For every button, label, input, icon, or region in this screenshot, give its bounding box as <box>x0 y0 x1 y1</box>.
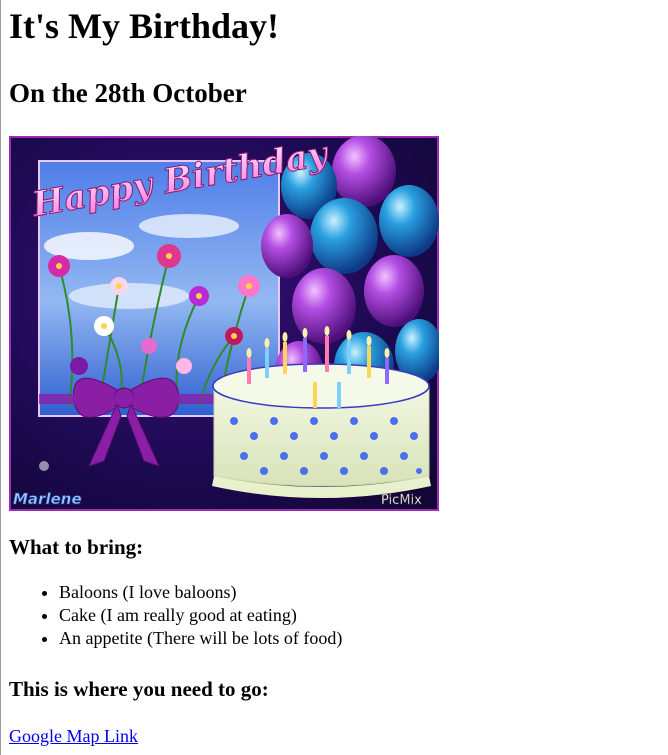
birthday-image: Happy Birthday Marlene PicMix <box>9 133 443 511</box>
google-map-link[interactable]: Google Map Link <box>9 724 138 748</box>
directions-heading: This is where you need to go: <box>9 677 269 701</box>
date-heading: On the 28th October <box>9 78 247 108</box>
signature-text: Marlene <box>13 490 82 508</box>
bring-list: Baloons (I love baloons) Cake (I am real… <box>0 581 342 650</box>
watermark-text: PicMix <box>381 493 422 508</box>
page-title: It's My Birthday! <box>9 6 279 46</box>
what-to-bring-heading: What to bring: <box>9 535 144 559</box>
list-item: Baloons (I love baloons) <box>59 581 342 604</box>
list-item: An appetite (There will be lots of food) <box>59 627 342 650</box>
list-item: Cake (I am really good at eating) <box>59 604 342 627</box>
